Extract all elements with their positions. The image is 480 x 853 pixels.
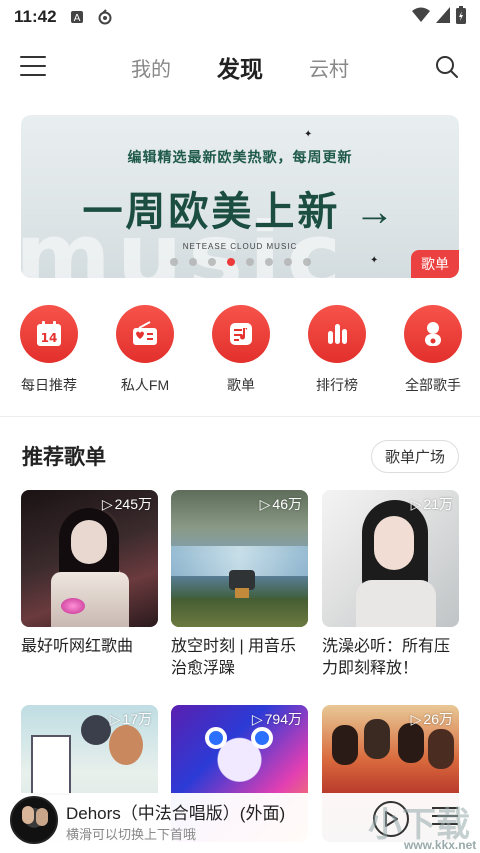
tab-mine[interactable]: 我的 [131,53,171,82]
playlist-title: 放空时刻 | 用音乐治愈浮躁 [171,638,297,677]
play-button[interactable] [373,801,409,837]
quick-label: 全部歌手 [405,377,461,393]
wifi-icon [412,7,430,28]
charts-button[interactable]: 排行榜 [304,305,370,395]
section-divider [0,416,480,417]
search-icon [436,56,458,78]
quick-label: 歌单 [227,377,255,393]
swipe-hint: 横滑可以切换上下首哦 [66,827,197,842]
promo-banner[interactable]: music ✦ ✦ 编辑精选最新欧美热歌，每周更新 一周欧美上新 → NETEA… [21,115,459,278]
banner-dot [226,258,235,266]
banner-dot [245,258,254,266]
playlist-cover: ▷ 46万 [171,490,308,627]
playlist-cover: ▷ 21万 [322,490,459,627]
playlist-cover: ▷ 245万 [21,490,158,627]
playlist-card[interactable]: ▷ 21万 洗澡必听：所有压力即刻释放！ [322,490,459,680]
radio-icon [116,305,174,363]
playlist-queue-button[interactable] [432,807,458,829]
playlist-card[interactable]: ▷ 245万 最好听网红歌曲 [21,490,158,658]
play-count: ▷ 794万 [251,710,302,728]
svg-text:A: A [73,13,80,24]
notification-a-icon: A [69,9,85,25]
banner-dot [169,258,178,266]
playlist-square-button[interactable]: 歌单广场 [370,440,459,473]
main-tabs: 我的 发现 云村 [0,44,480,90]
banner-dot [302,258,311,266]
mini-player[interactable]: Dehors（中法合唱版）(外面) 横滑可以切换上下首哦 [0,793,480,849]
play-triangle-icon: ▷ [259,495,271,512]
search-button[interactable] [434,54,460,80]
play-triangle-icon: ▷ [101,495,113,512]
song-title: Dehors（中法合唱版）(外面) [66,804,286,823]
quick-access-row: 14 每日推荐 私人FM 歌单 排行榜 全部歌手 [0,305,480,395]
banner-dot [188,258,197,266]
tab-cloud-village[interactable]: 云村 [309,53,349,82]
play-icon [385,811,398,827]
sparkle-icon: ✦ [304,129,313,140]
play-triangle-icon: ▷ [251,710,263,727]
top-navigation: 我的 发现 云村 [0,44,480,90]
svg-text:14: 14 [41,331,58,345]
play-count: ▷ 21万 [410,495,453,513]
quick-label: 私人FM [120,377,170,393]
banner-tag: 歌单 [411,250,459,278]
playlist-button[interactable]: 歌单 [208,305,274,395]
banner-pagination [21,258,459,266]
play-triangle-icon: ▷ [109,710,121,727]
banner-dot [283,258,292,266]
section-title: 推荐歌单 [22,446,106,469]
playlist-title: 最好听网红歌曲 [21,638,134,655]
play-count: ▷ 46万 [259,495,302,513]
quick-label: 排行榜 [316,377,358,393]
singer-icon [404,305,462,363]
play-count: ▷ 26万 [410,710,453,728]
banner-subtitle: 编辑精选最新欧美热歌，每周更新 [127,149,353,165]
calendar-icon: 14 [20,305,78,363]
album-art [10,796,58,844]
all-singers-button[interactable]: 全部歌手 [400,305,466,395]
signal-icon [436,6,450,28]
playlist-title: 洗澡必听：所有压力即刻释放！ [322,638,451,677]
private-fm-button[interactable]: 私人FM [112,305,178,395]
play-count: ▷ 17万 [109,710,152,728]
status-bar: 11:42 A [0,0,480,34]
banner-headline: 一周欧美上新 → [82,190,398,234]
play-count: ▷ 245万 [101,495,152,513]
status-time: 11:42 [14,7,57,26]
daily-recommend-button[interactable]: 14 每日推荐 [16,305,82,395]
chart-bars-icon [308,305,366,363]
quick-label: 每日推荐 [21,377,77,393]
tab-discover[interactable]: 发现 [217,50,263,84]
banner-brand: NETEASE CLOUD MUSIC [182,242,298,251]
play-triangle-icon: ▷ [410,495,422,512]
banner-dot [207,258,216,266]
banner-dot [264,258,273,266]
playlist-card[interactable]: ▷ 46万 放空时刻 | 用音乐治愈浮躁 [171,490,308,680]
battery-icon [456,5,466,29]
playlist-icon [212,305,270,363]
play-triangle-icon: ▷ [410,710,422,727]
netease-notification-icon [97,9,113,25]
